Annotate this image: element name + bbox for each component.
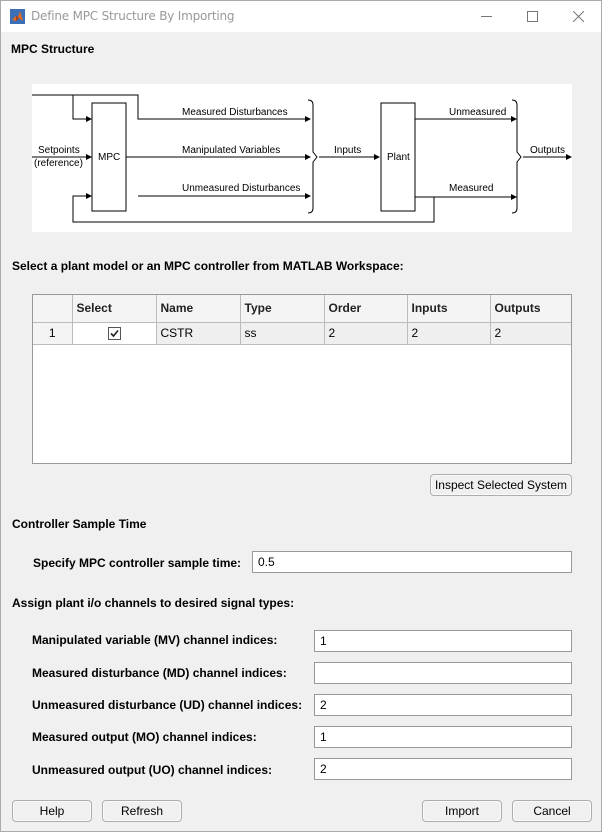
feedback-line (72, 193, 435, 223)
plant-block-label: Plant (387, 152, 410, 163)
mpc-top-input-line (72, 95, 92, 122)
table-header-row: Select Name Type Order Inputs Outputs (33, 295, 571, 323)
measured-disturbances-label: Measured Disturbances (182, 107, 288, 118)
cancel-button[interactable]: Cancel (512, 800, 592, 822)
setpoints-label: Setpoints (38, 145, 80, 156)
uo-channel-label: Unmeasured output (UO) channel indices: (32, 763, 273, 777)
column-header-inputs[interactable]: Inputs (406, 295, 491, 323)
outputs-brace (511, 99, 522, 214)
column-header-outputs[interactable]: Outputs (489, 295, 571, 323)
inspect-selected-system-button[interactable]: Inspect Selected System (430, 474, 572, 496)
outputs-cell: 2 (489, 321, 571, 345)
manipulated-variables-label: Manipulated Variables (182, 145, 280, 156)
row-index: 1 (33, 321, 73, 345)
channels-heading: Assign plant i/o channels to desired sig… (12, 596, 295, 610)
select-cell[interactable] (71, 321, 157, 345)
mo-channel-label: Measured output (MO) channel indices: (32, 730, 257, 744)
minimize-icon (480, 16, 492, 17)
type-cell: ss (239, 321, 325, 345)
ud-channel-input[interactable] (314, 694, 572, 716)
workspace-heading: Select a plant model or an MPC controlle… (12, 259, 404, 273)
checkmark-icon (109, 330, 119, 338)
sample-time-input[interactable] (252, 551, 572, 573)
maximize-icon (526, 11, 538, 22)
column-header-order[interactable]: Order (323, 295, 408, 323)
column-header-index (33, 295, 73, 323)
mv-channel-label: Manipulated variable (MV) channel indice… (32, 633, 278, 647)
outputs-label: Outputs (530, 145, 565, 156)
close-button[interactable] (555, 1, 601, 32)
matlab-logo-icon (10, 9, 25, 24)
sample-time-heading: Controller Sample Time (12, 517, 147, 531)
inputs-label: Inputs (334, 145, 361, 156)
help-button[interactable]: Help (12, 800, 92, 822)
window-title: Define MPC Structure By Importing (31, 9, 235, 23)
dialog-window: Define MPC Structure By Importing MPC St… (0, 0, 602, 832)
select-checkbox[interactable] (107, 327, 121, 341)
reference-label: (reference) (34, 158, 83, 169)
ud-channel-label: Unmeasured disturbance (UD) channel indi… (32, 698, 303, 712)
workspace-table: Select Name Type Order Inputs Outputs 1 (32, 294, 572, 464)
unmeasured-disturbances-label: Unmeasured Disturbances (182, 183, 300, 194)
table-row[interactable]: 1 CSTR ss 2 2 2 (33, 321, 571, 345)
inputs-cell: 2 (406, 321, 491, 345)
mo-channel-input[interactable] (314, 726, 572, 748)
md-channel-input[interactable] (314, 662, 572, 684)
diagram-svg: Setpoints (reference) MPC Measured Distu… (32, 94, 572, 223)
maximize-button[interactable] (509, 1, 555, 32)
column-header-type[interactable]: Type (239, 295, 325, 323)
mpc-structure-heading: MPC Structure (11, 42, 95, 56)
import-button[interactable]: Import (422, 800, 502, 822)
mv-channel-input[interactable] (314, 630, 572, 652)
column-header-select[interactable]: Select (71, 295, 157, 323)
name-cell: CSTR (155, 321, 241, 345)
sample-time-label: Specify MPC controller sample time: (33, 556, 242, 570)
md-channel-label: Measured disturbance (MD) channel indice… (32, 666, 287, 680)
refresh-button[interactable]: Refresh (102, 800, 182, 822)
uo-channel-input[interactable] (314, 758, 572, 780)
mpc-structure-diagram: Setpoints (reference) MPC Measured Distu… (32, 84, 572, 232)
measured-label: Measured (449, 183, 493, 194)
minimize-button[interactable] (463, 1, 509, 32)
unmeasured-label: Unmeasured (449, 107, 506, 118)
order-cell: 2 (323, 321, 408, 345)
mpc-block-label: MPC (98, 152, 120, 163)
close-icon (572, 11, 584, 22)
column-header-name[interactable]: Name (155, 295, 241, 323)
title-bar: Define MPC Structure By Importing (1, 1, 601, 32)
